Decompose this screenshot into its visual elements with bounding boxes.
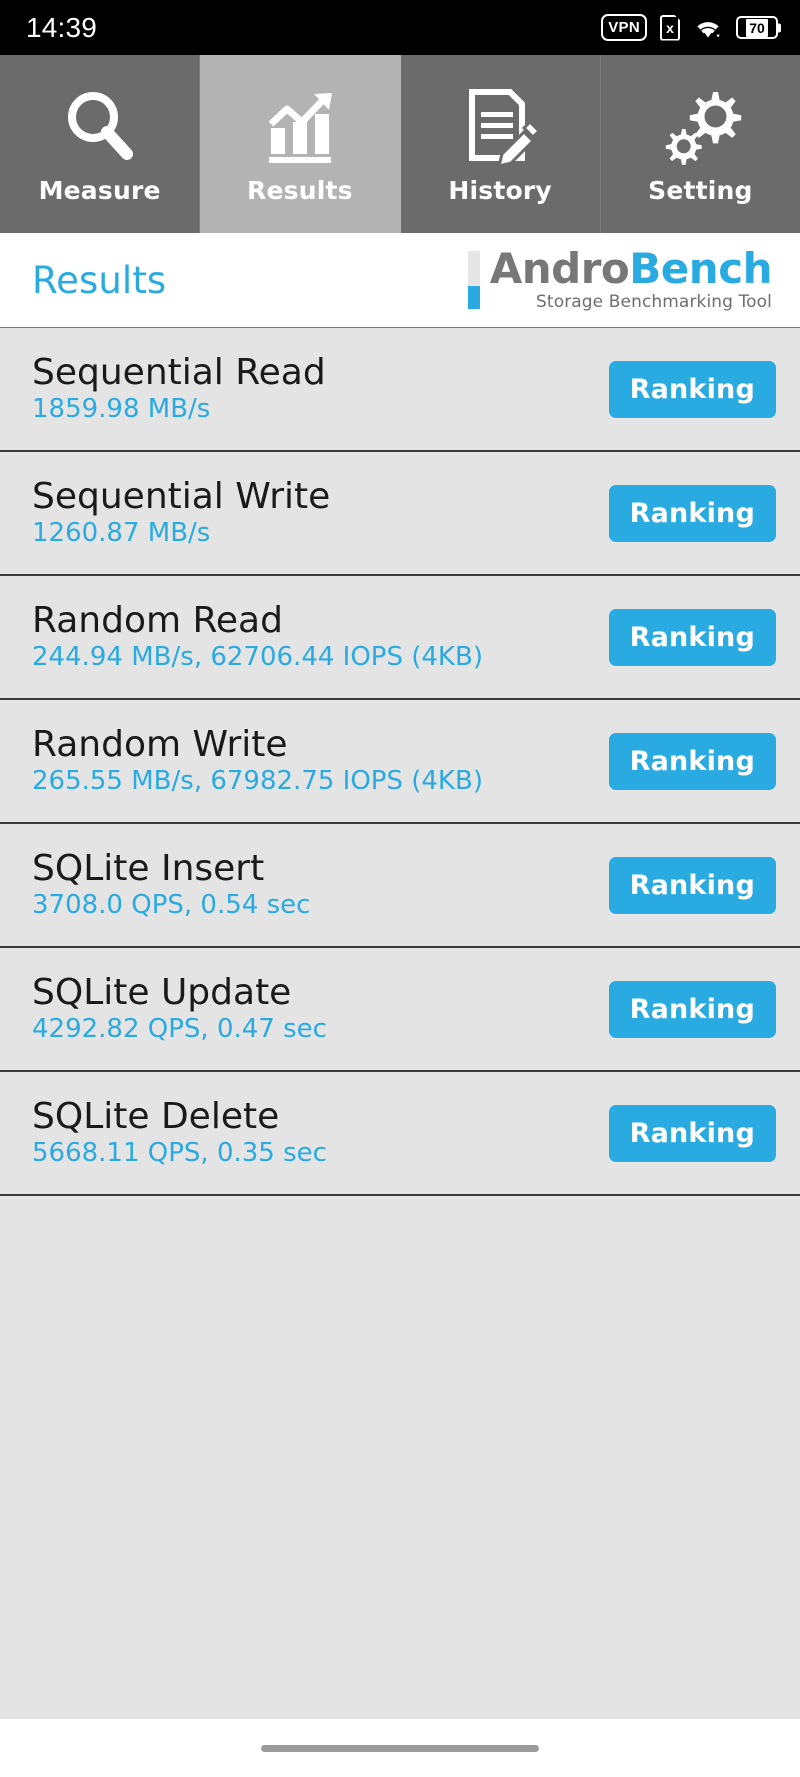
brand-name: AndroBench xyxy=(490,247,773,291)
wifi-icon xyxy=(693,16,723,40)
result-texts: SQLite Delete 5668.11 QPS, 0.35 sec xyxy=(32,1095,327,1169)
result-texts: SQLite Update 4292.82 QPS, 0.47 sec xyxy=(32,971,327,1045)
brand-tagline: Storage Benchmarking Tool xyxy=(536,292,772,313)
status-clock: 14:39 xyxy=(26,11,98,43)
result-row: Sequential Read 1859.98 MB/s Ranking xyxy=(0,328,800,452)
list-empty-space xyxy=(0,1196,800,1719)
ranking-button[interactable]: Ranking xyxy=(608,608,776,666)
tab-setting-label: Setting xyxy=(648,175,753,205)
bar-chart-icon xyxy=(258,84,342,168)
home-gesture-pill[interactable] xyxy=(261,1744,539,1752)
result-value: 5668.11 QPS, 0.35 sec xyxy=(32,1138,327,1169)
tab-results-label: Results xyxy=(247,175,353,205)
result-texts: Random Write 265.55 MB/s, 67982.75 IOPS (… xyxy=(32,723,483,797)
tab-setting[interactable]: Setting xyxy=(600,55,800,233)
ranking-button[interactable]: Ranking xyxy=(608,980,776,1038)
result-value: 3708.0 QPS, 0.54 sec xyxy=(32,890,311,921)
magnifier-icon xyxy=(58,84,142,168)
page-title: Results xyxy=(32,258,167,302)
vpn-icon: VPN xyxy=(601,14,647,41)
result-row: SQLite Insert 3708.0 QPS, 0.54 sec Ranking xyxy=(0,824,800,948)
document-pencil-icon xyxy=(458,84,542,168)
system-navigation-bar xyxy=(0,1719,800,1777)
page-header: Results AndroBench Storage Benchmarking … xyxy=(0,233,800,328)
result-value: 244.94 MB/s, 62706.44 IOPS (4KB) xyxy=(32,642,483,673)
result-name: Random Write xyxy=(32,723,288,765)
result-texts: Random Read 244.94 MB/s, 62706.44 IOPS (4… xyxy=(32,599,483,673)
result-row: SQLite Delete 5668.11 QPS, 0.35 sec Rankin… xyxy=(0,1072,800,1196)
tab-bar: Measure Results History Setting xyxy=(0,55,800,233)
result-texts: Sequential Read 1859.98 MB/s xyxy=(32,351,326,425)
ranking-button[interactable]: Ranking xyxy=(608,484,776,542)
result-row: Random Read 244.94 MB/s, 62706.44 IOPS (4… xyxy=(0,576,800,700)
result-name: Random Read xyxy=(32,599,283,641)
result-value: 1260.87 MB/s xyxy=(32,518,211,549)
sim-card-off-icon: x xyxy=(660,14,680,41)
tab-measure[interactable]: Measure xyxy=(0,55,201,233)
result-texts: Sequential Write 1260.87 MB/s xyxy=(32,475,331,549)
result-row: Random Write 265.55 MB/s, 67982.75 IOPS (… xyxy=(0,700,800,824)
result-name: Sequential Write xyxy=(32,475,331,517)
result-texts: SQLite Insert 3708.0 QPS, 0.54 sec xyxy=(32,847,311,921)
result-name: Sequential Read xyxy=(32,351,326,393)
tab-measure-label: Measure xyxy=(38,175,161,205)
androbench-logo: AndroBench Storage Benchmarking Tool xyxy=(467,247,773,313)
result-name: SQLite Update xyxy=(32,971,292,1013)
status-icon-group: VPN x 70 xyxy=(601,14,778,41)
results-list: Sequential Read 1859.98 MB/s Ranking Sequen… xyxy=(0,328,800,1719)
ranking-button[interactable]: Ranking xyxy=(608,856,776,914)
result-value: 1859.98 MB/s xyxy=(32,394,211,425)
brand-name-first: Andro xyxy=(489,243,630,293)
ranking-button[interactable]: Ranking xyxy=(608,1104,776,1162)
result-name: SQLite Delete xyxy=(32,1095,280,1137)
result-value: 4292.82 QPS, 0.47 sec xyxy=(32,1014,327,1045)
tab-history-label: History xyxy=(448,175,552,205)
tab-results[interactable]: Results xyxy=(200,55,401,233)
result-name: SQLite Insert xyxy=(32,847,265,889)
status-bar: 14:39 VPN x 70 xyxy=(0,0,800,55)
logo-text: AndroBench Storage Benchmarking Tool xyxy=(490,247,773,313)
ranking-button[interactable]: Ranking xyxy=(608,360,776,418)
app-root: 14:39 VPN x 70 Measure Results History S… xyxy=(0,0,800,1777)
gears-icon xyxy=(658,84,742,168)
battery-icon: 70 xyxy=(736,16,778,39)
logo-bar-icon xyxy=(467,250,480,309)
result-row: SQLite Update 4292.82 QPS, 0.47 sec Rankin… xyxy=(0,948,800,1072)
result-value: 265.55 MB/s, 67982.75 IOPS (4KB) xyxy=(32,766,483,797)
ranking-button[interactable]: Ranking xyxy=(608,732,776,790)
result-row: Sequential Write 1260.87 MB/s Ranking xyxy=(0,452,800,576)
tab-history[interactable]: History xyxy=(400,55,601,233)
brand-name-second: Bench xyxy=(629,243,772,293)
